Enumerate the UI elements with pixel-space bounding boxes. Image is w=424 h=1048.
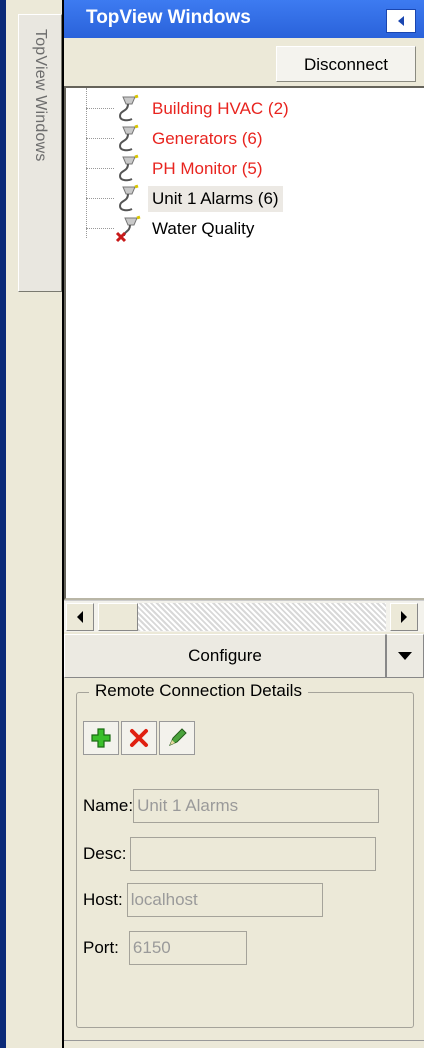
scroll-track[interactable]: [138, 603, 386, 631]
tree-item-generators[interactable]: Generators (6): [86, 124, 267, 154]
side-tab-label: TopView Windows: [32, 29, 49, 162]
delete-icon: [130, 729, 148, 747]
scroll-thumb[interactable]: [98, 603, 138, 631]
window-edge: [0, 0, 6, 1048]
panel-title: TopView Windows: [86, 7, 251, 28]
disconnect-button[interactable]: Disconnect: [276, 46, 416, 82]
name-field[interactable]: Unit 1 Alarms: [133, 789, 380, 823]
add-icon: [91, 728, 111, 748]
connection-icon: [118, 154, 139, 182]
connection-icon: [118, 124, 139, 152]
desc-row: Desc:: [83, 837, 377, 871]
name-row: Name: Unit 1 Alarms: [83, 789, 380, 823]
edit-button[interactable]: [159, 721, 195, 755]
tree-item-ph-monitor[interactable]: PH Monitor (5): [86, 154, 267, 184]
tree-item-label: Generators (6): [152, 129, 263, 148]
delete-button[interactable]: [121, 721, 157, 755]
arrow-right-icon: [401, 611, 407, 623]
group-title: Remote Connection Details: [89, 681, 308, 701]
arrow-left-icon: [398, 16, 404, 26]
configure-button[interactable]: Configure: [64, 634, 386, 678]
host-field[interactable]: localhost: [126, 883, 323, 917]
scroll-right-button[interactable]: [390, 603, 418, 631]
desc-field[interactable]: [130, 837, 377, 871]
arrow-left-icon: [77, 611, 83, 623]
tree-item-label: Unit 1 Alarms (6): [148, 186, 283, 212]
desc-label: Desc:: [83, 844, 127, 863]
collapse-button[interactable]: [386, 9, 416, 33]
connection-tree[interactable]: Building HVAC (2) Generators (6) PH Moni…: [64, 86, 424, 600]
panel-bottom-border: [64, 1040, 424, 1041]
tree-item-label: Building HVAC (2): [152, 99, 289, 118]
tree-connector-line: [86, 88, 87, 238]
name-label: Name:: [83, 796, 134, 815]
panel-toolbar: Disconnect: [64, 38, 424, 86]
horizontal-scrollbar[interactable]: [64, 600, 424, 632]
topview-panel: TopView Windows Disconnect Building HVAC…: [62, 0, 424, 1048]
remote-connection-details-group: Remote Connection Details Name: Unit 1 A…: [76, 681, 414, 1028]
side-tab-topview-windows[interactable]: TopView Windows: [18, 14, 62, 292]
port-field[interactable]: 6150: [128, 931, 247, 965]
add-button[interactable]: [83, 721, 119, 755]
tree-item-unit-1-alarms[interactable]: Unit 1 Alarms (6): [86, 184, 283, 214]
disconnected-icon: [115, 215, 141, 243]
connection-icon: [118, 184, 139, 212]
tree-item-label: Water Quality: [152, 219, 255, 238]
tree-item-building-hvac[interactable]: Building HVAC (2): [86, 94, 293, 124]
edit-icon: [169, 728, 187, 746]
configure-dropdown-button[interactable]: [386, 634, 424, 678]
tree-item-water-quality[interactable]: Water Quality: [86, 214, 258, 244]
host-label: Host:: [83, 890, 123, 909]
chevron-down-icon: [398, 652, 412, 660]
panel-title-bar: TopView Windows: [64, 0, 424, 38]
tree-item-label: PH Monitor (5): [152, 159, 263, 178]
host-row: Host: localhost: [83, 883, 323, 917]
connection-icon: [118, 94, 139, 122]
port-label: Port:: [83, 938, 119, 957]
scroll-left-button[interactable]: [66, 603, 94, 631]
port-row: Port: 6150: [83, 931, 247, 965]
details-toolbar: [83, 721, 195, 755]
